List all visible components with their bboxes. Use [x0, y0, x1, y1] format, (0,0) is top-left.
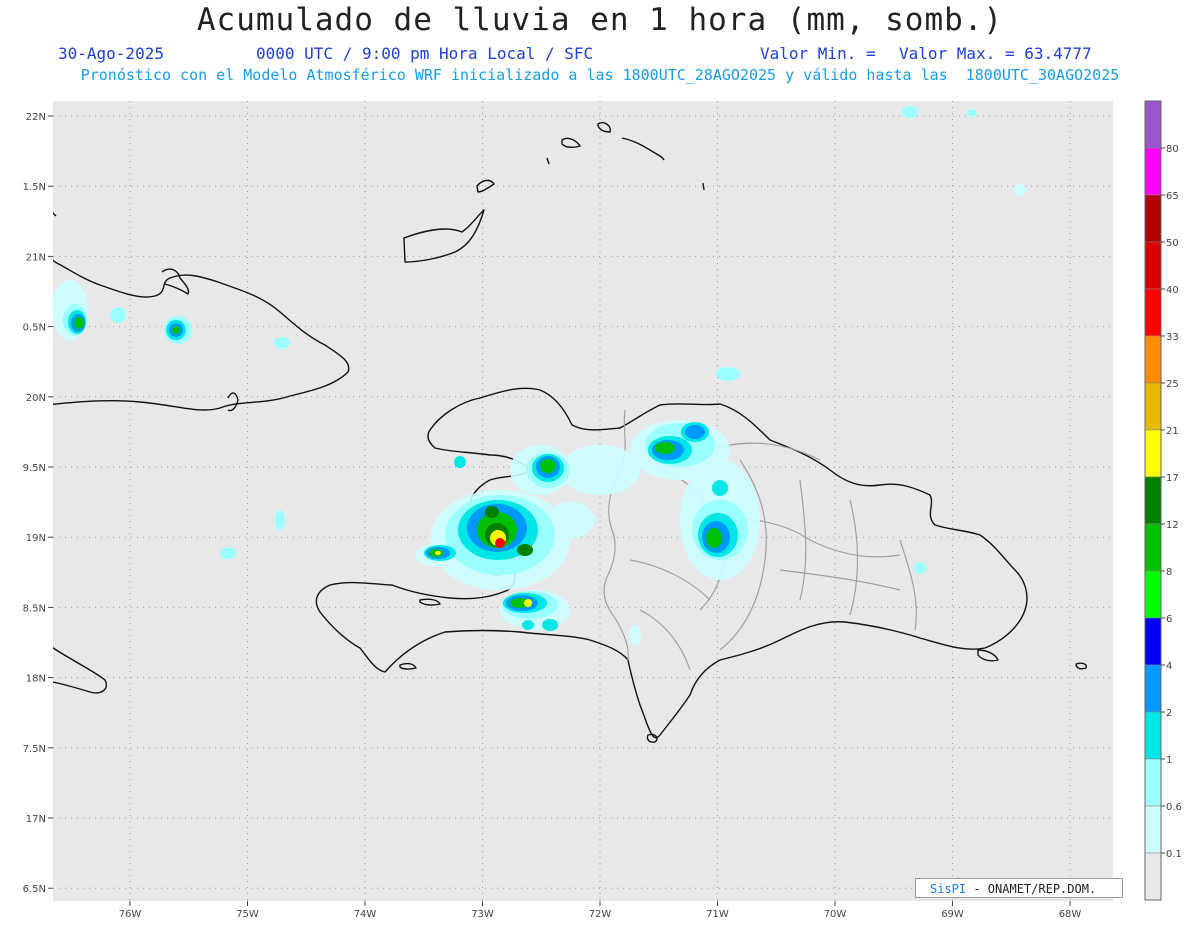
legend-swatch	[1144, 382, 1162, 431]
lon-label: 74W	[354, 909, 377, 920]
latitude-labels: 22N 1.5N 21N 0.5N 20N 9.5N 19N 8.5N 18N 7.5N 17N 6.…	[23, 112, 53, 895]
lat-label: 1.5N	[23, 182, 46, 193]
legend-level-label: 4	[1166, 661, 1172, 672]
map-background	[53, 101, 1113, 901]
legend-swatch	[1144, 570, 1162, 619]
lon-label: 73W	[471, 909, 494, 920]
legend-level-label: 33	[1166, 332, 1179, 343]
color-legend: 806550403325211712864210.60.1	[1144, 100, 1182, 901]
legend-level-label: 8	[1166, 567, 1172, 578]
legend-swatch	[1144, 429, 1162, 478]
legend-level-label: 65	[1166, 191, 1179, 202]
lon-label: 71W	[706, 909, 729, 920]
credit-box: SisPI - ONAMET/REP.DOM.	[915, 878, 1123, 898]
legend-swatch	[1144, 476, 1162, 525]
lat-label: 0.5N	[23, 323, 46, 334]
lat-label: 21N	[26, 252, 46, 263]
legend-swatch	[1144, 241, 1162, 290]
legend-swatch	[1144, 335, 1162, 384]
credit-org: - ONAMET/REP.DOM.	[973, 882, 1097, 896]
legend-level-label: 0.6	[1166, 802, 1182, 813]
legend-swatch	[1144, 805, 1162, 854]
legend-swatch	[1144, 523, 1162, 572]
legend-swatch	[1144, 758, 1162, 807]
lat-label: 17N	[26, 814, 46, 825]
lat-label: 6.5N	[23, 884, 46, 895]
lat-label: 22N	[26, 112, 46, 123]
lat-label: 19N	[26, 533, 46, 544]
legend-level-label: 40	[1166, 285, 1179, 296]
legend-swatch	[1144, 711, 1162, 760]
lat-label: 18N	[26, 674, 46, 685]
sispi-logo: SisPI	[930, 882, 967, 896]
lon-label: 69W	[941, 909, 964, 920]
legend-level-label: 2	[1166, 708, 1172, 719]
legend-level-label: 12	[1166, 520, 1179, 531]
legend-level-label: 0.1	[1166, 849, 1182, 860]
lon-label: 68W	[1059, 909, 1082, 920]
lon-label: 75W	[236, 909, 259, 920]
legend-level-label: 25	[1166, 379, 1179, 390]
legend-level-label: 80	[1166, 144, 1179, 155]
lon-label: 70W	[824, 909, 847, 920]
longitude-labels: 76W 75W 74W 73W 72W 71W 70W 69W 68W	[119, 901, 1082, 920]
legend-swatch	[1144, 194, 1162, 243]
lat-label: 8.5N	[23, 603, 46, 614]
lat-label: 7.5N	[23, 744, 46, 755]
legend-swatch	[1144, 288, 1162, 337]
legend-swatch	[1144, 617, 1162, 666]
legend-level-label: 1	[1166, 755, 1172, 766]
lon-label: 76W	[119, 909, 142, 920]
legend-level-label: 6	[1166, 614, 1172, 625]
lat-label: 9.5N	[23, 463, 46, 474]
map-canvas: 22N 1.5N 21N 0.5N 20N 9.5N 19N 8.5N 18N 7.5N 17N 6.…	[23, 100, 1182, 920]
legend-swatch	[1144, 147, 1162, 196]
legend-swatch	[1144, 664, 1162, 713]
lon-label: 72W	[589, 909, 612, 920]
lat-label: 20N	[26, 393, 46, 404]
legend-swatch	[1144, 100, 1162, 149]
legend-level-label: 21	[1166, 426, 1179, 437]
legend-swatch	[1144, 852, 1162, 901]
legend-level-label: 50	[1166, 238, 1179, 249]
legend-level-label: 17	[1166, 473, 1179, 484]
